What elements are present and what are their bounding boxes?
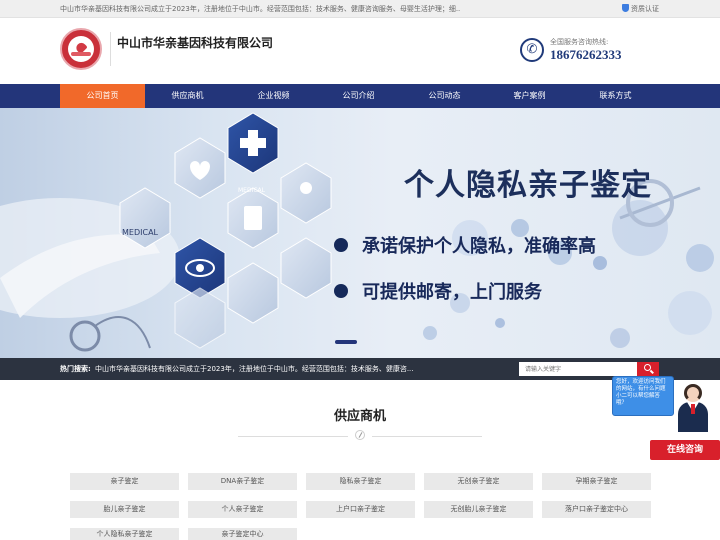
banner-bullet-icon	[334, 284, 348, 298]
banner-point-service: 可提供邮寄，上门服务	[362, 282, 542, 303]
hot-search-label: 热门搜索:	[60, 365, 91, 373]
nav-item-contact[interactable]: 联系方式	[573, 84, 658, 108]
company-intro-text: 中山市华亲基因科技有限公司成立于2023年，注册地位于中山市。经营范围包括：技术…	[60, 5, 460, 13]
hex-faded	[174, 287, 226, 349]
agent-tie	[691, 404, 695, 414]
hotline-number[interactable]: 18676262333	[550, 47, 622, 63]
eye-pupil	[196, 264, 204, 272]
nav-item-news[interactable]: 公司动态	[402, 84, 487, 108]
phone-icon: ✆	[520, 38, 544, 62]
banner-illustration: MEDICAL MEDICAL	[0, 112, 714, 352]
stethoscope-tube	[94, 316, 151, 349]
nav-item-cases[interactable]: 客户案例	[487, 84, 572, 108]
banner-headline: 个人隐私亲子鉴定	[404, 168, 652, 203]
hot-search-text[interactable]: 中山市华亲基因科技有限公司成立于2023年，注册地位于中山市。经营范围包括：技术…	[95, 358, 413, 380]
nav-item-video[interactable]: 企业视频	[231, 84, 316, 108]
product-tag[interactable]: 亲子鉴定	[70, 473, 179, 490]
hex-wheelchair	[280, 237, 332, 299]
product-tag[interactable]: DNA亲子鉴定	[188, 473, 297, 490]
certification-label: 资质认证	[631, 5, 659, 13]
agent-head	[684, 384, 702, 402]
site-header: 中山市华亲基因科技有限公司 ✆ 全国服务咨询热线: 18676262333	[0, 18, 720, 83]
nav-item-home[interactable]: 公司首页	[60, 84, 145, 108]
product-tag[interactable]: 亲子鉴定中心	[188, 528, 297, 540]
product-tag[interactable]: 无创胎儿亲子鉴定	[424, 501, 533, 518]
header-divider	[110, 32, 111, 66]
product-tag[interactable]: 落户口亲子鉴定中心	[542, 501, 651, 518]
hotline-block: ✆ 全国服务咨询热线: 18676262333	[520, 36, 700, 68]
hex-molecule	[227, 262, 279, 324]
company-logo[interactable]	[60, 28, 102, 70]
product-tag[interactable]: 孕期亲子鉴定	[542, 473, 651, 490]
dna-molecule-decor	[423, 179, 714, 348]
product-tag[interactable]: 隐私亲子鉴定	[306, 473, 415, 490]
person-icon	[300, 182, 312, 194]
product-tag[interactable]: 无创亲子鉴定	[424, 473, 533, 490]
hotline-label: 全国服务咨询热线:	[550, 38, 609, 46]
banner-bullet-icon	[334, 238, 348, 252]
chat-greeting-bubble[interactable]: 您好，欢迎访问我们的网站，有什么问题小二可以帮您解答哦？	[612, 376, 674, 416]
nav-item-supply[interactable]: 供应商机	[145, 84, 230, 108]
certification-link[interactable]: 资质认证	[622, 0, 659, 18]
customer-service-avatar	[674, 380, 712, 432]
product-tag[interactable]: 个人亲子鉴定	[188, 501, 297, 518]
online-chat-widget[interactable]: 您好，欢迎访问我们的网站，有什么问题小二可以帮您解答哦？ 在线咨询	[612, 374, 720, 460]
shield-icon	[622, 4, 629, 12]
logo-emblem	[68, 36, 94, 62]
hex-medical-label: MEDICAL	[238, 187, 266, 194]
product-tag[interactable]: 个人隐私亲子鉴定	[70, 528, 179, 540]
top-info-bar: 中山市华亲基因科技有限公司成立于2023年，注册地位于中山市。经营范围包括：技术…	[0, 0, 720, 18]
medical-sign-text: MEDICAL	[122, 228, 159, 237]
title-divider-right	[372, 436, 482, 437]
main-nav: 公司首页 供应商机 企业视频 公司介绍 公司动态 客户案例 联系方式	[0, 84, 720, 108]
carousel-indicator[interactable]	[335, 340, 357, 344]
hero-banner[interactable]: MEDICAL MEDICAL 个人隐私亲子鉴定 承诺保护个人隐私，准确率高 可…	[0, 108, 720, 358]
clipboard-icon	[244, 206, 262, 230]
product-tag[interactable]: 胎儿亲子鉴定	[70, 501, 179, 518]
product-tag[interactable]: 上户口亲子鉴定	[306, 501, 415, 518]
banner-point-privacy: 承诺保护个人隐私，准确率高	[362, 236, 596, 257]
online-consult-button[interactable]: 在线咨询	[650, 440, 720, 460]
nav-item-about[interactable]: 公司介绍	[316, 84, 401, 108]
title-divider-left	[238, 436, 348, 437]
company-name: 中山市华亲基因科技有限公司	[117, 36, 274, 50]
stethoscope-icon	[69, 320, 101, 352]
title-ornament-icon	[355, 430, 365, 440]
